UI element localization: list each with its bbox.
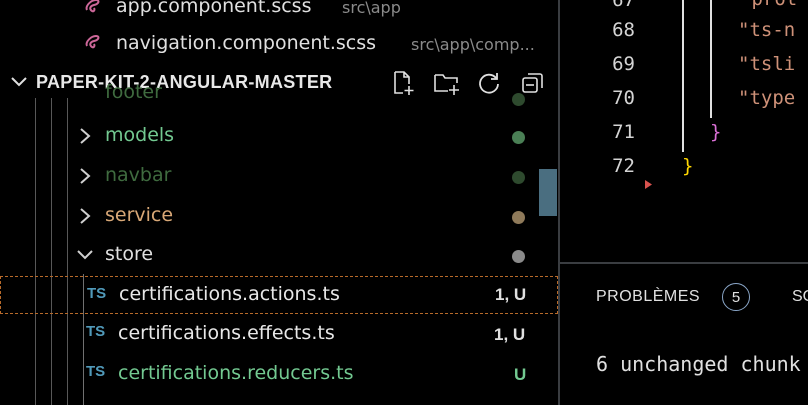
git-status-text: 1, U — [494, 325, 526, 344]
open-editor-path: src\app — [342, 0, 401, 17]
open-editor-name: navigation.component.scss — [116, 32, 377, 54]
tree-file-row[interactable]: TS certifications.reducers.ts U — [0, 355, 558, 393]
open-editor-path: src\app\comp... — [411, 35, 535, 54]
git-status-text: 1, U — [495, 285, 527, 304]
chevron-down-icon — [77, 250, 93, 260]
code-line: "prot — [740, 0, 797, 10]
open-editor-item[interactable]: navigation.component.scss src\app\comp..… — [0, 28, 558, 58]
line-number: 67 — [612, 0, 635, 11]
code-line: "type — [738, 87, 796, 109]
git-status-dot — [512, 211, 525, 224]
file-label: certifications.actions.ts — [119, 283, 340, 305]
folder-label: navbar — [105, 164, 172, 186]
tree-file-row[interactable]: TS certifications.effects.ts 1, U — [0, 315, 558, 353]
tab-problems[interactable]: PROBLÈMES — [596, 288, 700, 306]
line-number: 71 — [612, 121, 635, 143]
code-line: } — [682, 155, 694, 177]
file-label: certifications.reducers.ts — [118, 362, 354, 384]
code-editor[interactable]: 67 68 69 70 71 72 "prot "ts-n "tsli "typ… — [560, 0, 808, 262]
git-status-dot — [512, 250, 525, 263]
code-line: } — [710, 121, 722, 143]
tab-output[interactable]: SO — [792, 288, 808, 306]
typescript-file-icon: TS — [87, 285, 107, 302]
tree-folder-footer[interactable]: footer — [0, 76, 558, 114]
tree-folder-service[interactable]: service — [0, 197, 558, 235]
folder-label: models — [105, 124, 175, 146]
explorer-scrollbar-thumb[interactable] — [539, 169, 557, 216]
problems-count-badge: 5 — [722, 283, 750, 311]
open-editor-name: app.component.scss — [116, 0, 312, 17]
explorer-panel: app.component.scss src\app navigation.co… — [0, 0, 558, 405]
file-label: certifications.effects.ts — [118, 322, 335, 344]
chevron-right-icon — [80, 168, 91, 184]
folding-marker-icon[interactable] — [644, 179, 653, 190]
terminal-output-line: 6 unchanged chunk — [596, 352, 801, 376]
open-editor-item[interactable]: app.component.scss src\app — [0, 0, 558, 21]
tree-folder-models[interactable]: models — [0, 117, 558, 155]
indent-guide — [710, 0, 712, 118]
typescript-file-icon: TS — [86, 323, 106, 340]
line-number: 72 — [612, 155, 635, 177]
code-line: "ts-n — [738, 19, 796, 41]
typescript-file-icon: TS — [86, 363, 106, 380]
tree-folder-store[interactable]: store — [0, 236, 558, 274]
code-line: "tsli — [738, 53, 796, 75]
sass-file-icon — [85, 0, 100, 13]
git-status-dot — [512, 171, 525, 184]
line-number: 70 — [612, 87, 635, 109]
git-status-text: U — [514, 365, 527, 384]
git-status-dot — [512, 131, 525, 144]
chevron-right-icon — [80, 208, 91, 224]
indent-guide — [682, 0, 684, 152]
folder-label: store — [105, 243, 154, 265]
line-number: 68 — [612, 19, 635, 41]
line-number: 69 — [612, 53, 635, 75]
folder-label: footer — [105, 81, 162, 103]
chevron-right-icon — [80, 128, 91, 144]
tree-folder-navbar[interactable]: navbar — [0, 157, 558, 195]
git-status-dot — [512, 93, 525, 106]
bottom-panel: PROBLÈMES 5 SO 6 unchanged chunk — [560, 264, 808, 405]
sass-file-icon — [85, 34, 100, 49]
tree-file-row[interactable]: TS certifications.actions.ts 1, U — [0, 276, 558, 314]
folder-label: service — [105, 204, 174, 226]
